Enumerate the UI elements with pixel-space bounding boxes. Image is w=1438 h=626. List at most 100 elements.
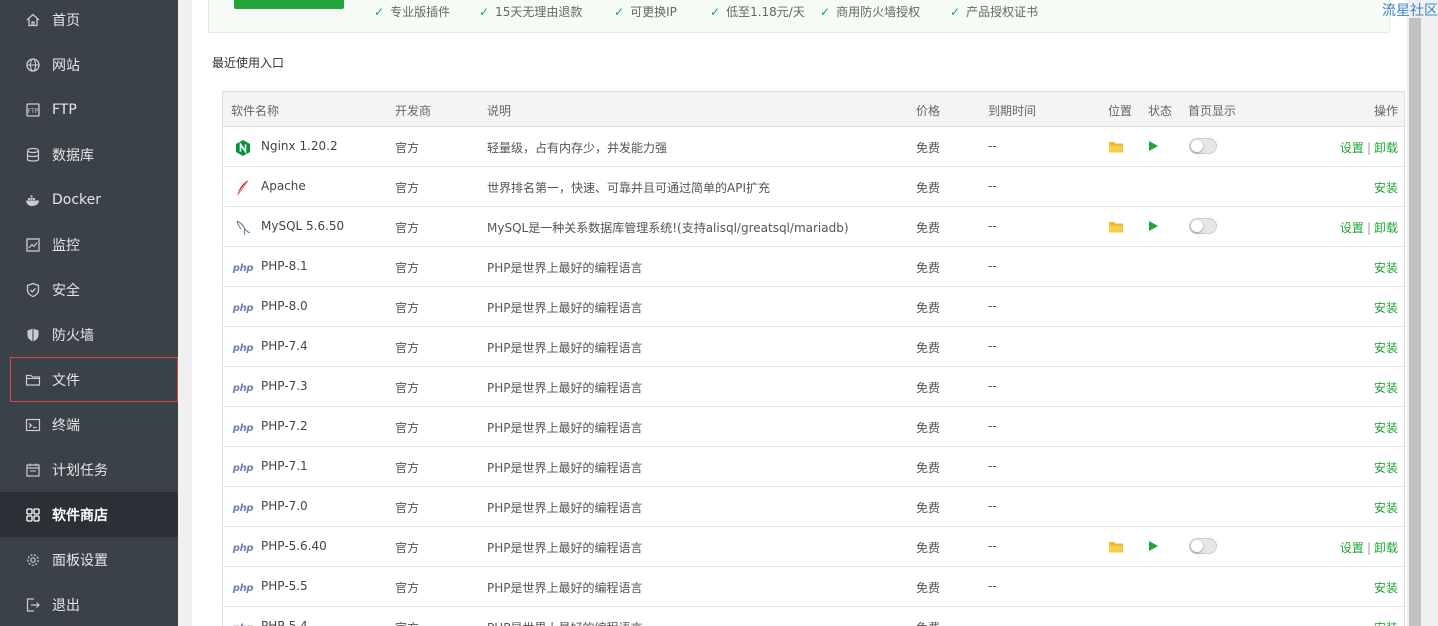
software-name: Apache [261, 179, 306, 193]
php-icon-text: php [232, 382, 254, 394]
row-action-link[interactable]: 安装 [1374, 261, 1398, 275]
php-icon: php [233, 499, 254, 517]
php-icon: php [233, 619, 254, 626]
description-cell: PHP是世界上最好的编程语言 [487, 461, 643, 475]
sidebar-item-12[interactable]: 面板设置 [0, 537, 178, 582]
logout-icon [24, 596, 42, 614]
developer-cell: 官方 [395, 541, 420, 555]
table-row: php PHP-7.2 官方 PHP是世界上最好的编程语言 免费 -- 安装 [223, 407, 1404, 447]
sidebar-item-label: 数据库 [52, 147, 94, 164]
sidebar-item-5[interactable]: 监控 [0, 222, 178, 267]
description-cell: PHP是世界上最好的编程语言 [487, 421, 643, 435]
row-action-link[interactable]: 安装 [1374, 301, 1398, 315]
sidebar-item-8[interactable]: 文件 [10, 357, 178, 402]
gear-icon [24, 551, 42, 569]
price-cell: 免费 [916, 381, 941, 395]
price-cell: 免费 [916, 541, 941, 555]
expire-cell: -- [988, 139, 997, 153]
ftp-icon: FTP [24, 101, 42, 119]
price-cell: 免费 [916, 341, 941, 355]
vertical-scrollbar[interactable] [1407, 0, 1423, 626]
home-display-toggle[interactable] [1189, 138, 1217, 154]
row-action-link[interactable]: 安装 [1374, 381, 1398, 395]
description-cell: PHP是世界上最好的编程语言 [487, 501, 643, 515]
php-icon: php [233, 259, 254, 277]
sidebar-item-10[interactable]: 计划任务 [0, 447, 178, 492]
promo-feature-label: 15天无理由退款 [495, 5, 583, 19]
expire-cell: -- [988, 579, 997, 593]
row-action-link[interactable]: 设置 [1340, 541, 1364, 555]
php-icon: php [232, 379, 254, 397]
sidebar-item-3[interactable]: 数据库 [0, 132, 178, 177]
sidebar-item-13[interactable]: 退出 [0, 582, 178, 626]
row-action-link[interactable]: 安装 [1374, 461, 1398, 475]
table-row: php PHP-8.0 官方 PHP是世界上最好的编程语言 免费 -- 安装 [223, 287, 1404, 327]
row-action-link[interactable]: 安装 [1374, 421, 1398, 435]
row-action-link[interactable]: 设置 [1340, 141, 1364, 155]
home-display-toggle[interactable] [1189, 538, 1217, 554]
row-actions: 设置 | 卸载 [1340, 219, 1398, 236]
row-action-link[interactable]: 卸载 [1374, 221, 1398, 235]
header-actions: 操作 [1373, 104, 1398, 118]
price-cell: 免费 [916, 261, 941, 275]
sidebar-item-label: 网站 [52, 57, 80, 74]
software-name: PHP-5.4 [261, 619, 308, 626]
sidebar-item-1[interactable]: 网站 [0, 42, 178, 87]
status-running-icon[interactable] [1149, 541, 1158, 551]
row-action-link[interactable]: 设置 [1340, 221, 1364, 235]
sidebar-item-2[interactable]: FTP FTP [0, 87, 178, 132]
promo-feature-label: 可更换IP [630, 5, 677, 19]
check-icon: ✓ [950, 5, 961, 19]
row-action-link[interactable]: 安装 [1374, 621, 1398, 626]
row-action-link[interactable]: 卸载 [1374, 141, 1398, 155]
software-name: PHP-7.3 [261, 379, 308, 393]
row-action-link[interactable]: 安装 [1374, 341, 1398, 355]
row-actions: 设置 | 卸载 [1340, 139, 1398, 156]
status-running-icon[interactable] [1149, 221, 1158, 231]
price-cell: 免费 [916, 501, 941, 515]
promo-feature-label: 低至1.18元/天 [726, 5, 805, 19]
sidebar-item-9[interactable]: 终端 [0, 402, 178, 447]
sidebar-item-6[interactable]: 安全 [0, 267, 178, 312]
status-running-icon[interactable] [1149, 141, 1158, 151]
sidebar-item-label: 计划任务 [52, 462, 108, 479]
home-display-toggle[interactable] [1189, 218, 1217, 234]
monitor-icon [24, 236, 42, 254]
sidebar-item-7[interactable]: 防火墙 [0, 312, 178, 357]
terminal-icon [24, 416, 42, 434]
software-name: PHP-8.1 [261, 259, 308, 273]
community-link[interactable]: 流星社区 [1382, 0, 1438, 20]
php-icon: php [233, 339, 254, 357]
sidebar-item-4[interactable]: Docker [0, 177, 178, 222]
row-action-link[interactable]: 安装 [1374, 501, 1398, 515]
description-cell: PHP是世界上最好的编程语言 [487, 341, 643, 355]
row-action-link[interactable]: 卸载 [1374, 541, 1398, 555]
row-actions: 安装 [1374, 339, 1398, 356]
check-icon: ✓ [710, 5, 721, 19]
price-cell: 免费 [916, 221, 941, 235]
expire-cell: -- [988, 299, 997, 313]
sidebar-item-label: 文件 [52, 372, 80, 389]
description-cell: PHP是世界上最好的编程语言 [487, 619, 643, 626]
promo-feature-label: 商用防火墙授权 [836, 5, 921, 19]
php-icon: php [233, 579, 254, 597]
header-status: 状态 [1148, 104, 1173, 118]
php-icon-text: php [232, 302, 254, 314]
sidebar-item-label: 监控 [52, 237, 80, 254]
row-action-link[interactable]: 安装 [1374, 181, 1398, 195]
buy-pro-button[interactable] [234, 0, 344, 9]
check-icon: ✓ [614, 5, 625, 19]
open-folder-icon[interactable] [1108, 540, 1124, 554]
scrollbar-thumb[interactable] [1409, 18, 1421, 626]
row-actions: 安装 [1374, 379, 1398, 396]
sidebar-item-11[interactable]: 软件商店 [0, 492, 178, 537]
table-row: Nginx 1.20.2 官方 轻量级，占有内存少，并发能力强 免费 -- 设置 | 卸载 [223, 127, 1404, 167]
php-icon: php [232, 299, 254, 317]
php-icon-text: php [232, 542, 254, 554]
price-cell: 免费 [916, 421, 941, 435]
row-action-link[interactable]: 安装 [1374, 581, 1398, 595]
open-folder-icon[interactable] [1108, 220, 1124, 234]
open-folder-icon[interactable] [1108, 140, 1124, 154]
sidebar-item-0[interactable]: 首页 [0, 0, 178, 42]
folder-icon [24, 371, 42, 389]
